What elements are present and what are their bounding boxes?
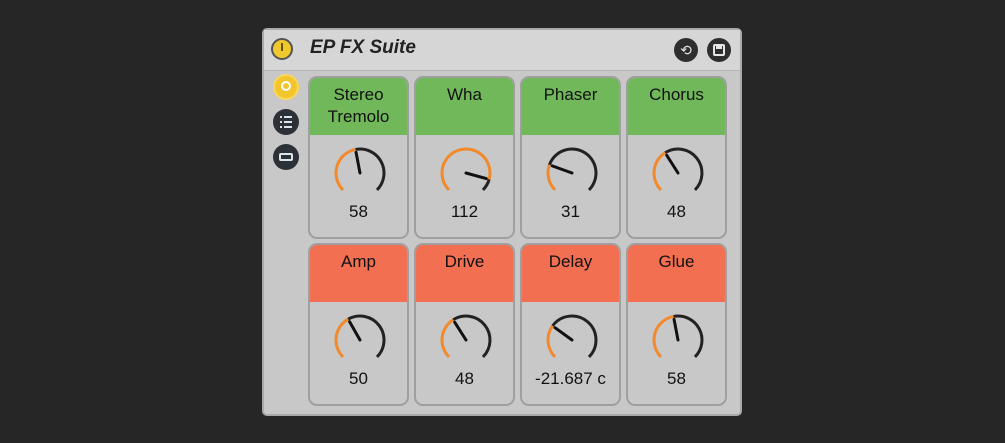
knob-needle — [354, 150, 362, 175]
macro-label: Delay — [522, 245, 619, 302]
knob-needle — [672, 317, 680, 342]
panel-icon[interactable] — [273, 144, 299, 170]
knob-needle — [453, 320, 468, 342]
macro-card: Wha 112 — [414, 76, 515, 239]
macro-value: 58 — [667, 369, 686, 388]
knob-track — [481, 178, 491, 192]
knob-track — [452, 314, 492, 359]
macro-value: -21.687 c — [535, 369, 606, 388]
knob-needle — [550, 164, 574, 175]
macro-card: Drive 48 — [414, 243, 515, 406]
knob-value-arc — [546, 325, 557, 359]
macro-knob[interactable] — [437, 311, 495, 369]
macro-label: Glue — [628, 245, 725, 302]
knob-track — [548, 147, 598, 192]
macro-knob[interactable] — [331, 311, 389, 369]
save-icon[interactable] — [707, 38, 731, 62]
macro-card: Delay -21.687 c — [520, 243, 621, 406]
macro-knob[interactable] — [543, 311, 601, 369]
knob-track — [551, 314, 598, 359]
macro-value: 50 — [349, 369, 368, 388]
macro-card: Phaser 31 — [520, 76, 621, 239]
knob-value-arc — [652, 314, 674, 359]
macro-value: 112 — [450, 202, 479, 221]
macro-knob[interactable] — [649, 144, 707, 202]
macro-value: 58 — [349, 202, 368, 221]
device-title: EP FX Suite — [310, 37, 416, 58]
macro-value: 31 — [561, 202, 580, 221]
device-title-bar: EP FX Suite ⟲ — [264, 30, 740, 71]
power-icon[interactable] — [271, 38, 293, 60]
macro-knob[interactable] — [649, 311, 707, 369]
knob-needle — [665, 153, 680, 175]
knob-value-arc — [546, 164, 557, 192]
knob-needle — [553, 326, 574, 342]
macro-value: 48 — [667, 202, 686, 221]
knob-needle — [464, 171, 488, 181]
macro-label: Wha — [416, 78, 513, 135]
knob-needle — [348, 320, 362, 342]
macro-icon[interactable] — [273, 74, 299, 100]
ep-fx-suite-device: EP FX Suite ⟲ Stereo Tremolo 58 Wha 112 P… — [262, 28, 742, 416]
macro-label: Phaser — [522, 78, 619, 135]
knob-track — [664, 147, 704, 192]
macro-knob[interactable] — [437, 144, 495, 202]
knob-value-arc — [334, 317, 349, 359]
knob-track — [347, 314, 386, 359]
macro-label: Drive — [416, 245, 513, 302]
macro-label: Amp — [310, 245, 407, 302]
macro-knob[interactable] — [331, 144, 389, 202]
macro-label: Chorus — [628, 78, 725, 135]
macro-card: Chorus 48 — [626, 76, 727, 239]
knob-value-arc — [334, 147, 356, 192]
macro-card: Stereo Tremolo 58 — [308, 76, 409, 239]
macro-card: Glue 58 — [626, 243, 727, 406]
macro-label: Stereo Tremolo — [310, 78, 407, 135]
knob-value-arc — [440, 318, 455, 359]
macro-value: 48 — [455, 369, 474, 388]
macro-card: Amp 50 — [308, 243, 409, 406]
chain-list-icon[interactable] — [273, 109, 299, 135]
macro-knob[interactable] — [543, 144, 601, 202]
knob-value-arc — [440, 147, 492, 192]
knob-value-arc — [652, 151, 667, 192]
hot-swap-icon[interactable]: ⟲ — [674, 38, 698, 62]
